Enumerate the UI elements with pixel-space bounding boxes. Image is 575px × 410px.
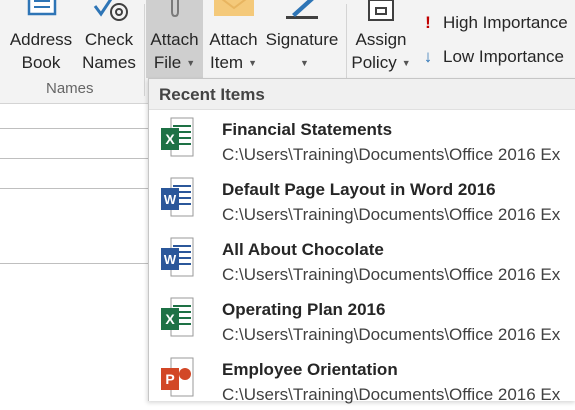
address-book-button[interactable]: Address Book [6, 0, 76, 78]
excel-icon: X [161, 117, 194, 157]
field-line [0, 188, 150, 189]
item-path: C:\Users\Training\Documents\Office 2016 … [222, 145, 561, 164]
low-importance-label: Low Importance [443, 47, 564, 66]
signature-dropdown: ▼ [262, 51, 342, 75]
attach-file-label-2: File ▼ [153, 53, 196, 72]
attach-item-button[interactable]: Attach Item ▼ [206, 0, 261, 78]
svg-text:X: X [165, 131, 175, 147]
field-line [0, 158, 150, 159]
assign-policy-label-1: Assign [355, 30, 407, 49]
item-path: C:\Users\Training\Documents\Office 2016 … [222, 325, 561, 344]
chevron-down-icon: ▼ [401, 58, 411, 68]
address-book-label-1: Address [9, 30, 73, 49]
item-title: Default Page Layout in Word 2016 [222, 180, 496, 199]
assign-policy-icon [368, 0, 394, 21]
chevron-down-icon: ▼ [248, 58, 257, 68]
svg-text:W: W [164, 192, 177, 207]
signature-icon [286, 0, 318, 19]
attach-item-label-1: Attach [209, 30, 258, 49]
group-separator [144, 4, 145, 96]
signature-button[interactable]: Signature ▼ [262, 0, 342, 78]
names-group-label: Names [46, 80, 94, 97]
check-names-button[interactable]: Check Names [78, 0, 140, 78]
check-names-label-1: Check [84, 30, 134, 49]
arrow-down-icon: ↓ [423, 47, 433, 66]
signature-label: Signature [265, 30, 339, 49]
address-book-icon [27, 0, 57, 16]
item-title: Employee Orientation [222, 360, 398, 379]
field-line [0, 263, 150, 264]
item-title: Financial Statements [222, 120, 393, 139]
high-importance-label: High Importance [443, 13, 568, 32]
paperclip-icon [170, 0, 179, 18]
item-path: C:\Users\Training\Documents\Office 2016 … [222, 205, 561, 224]
recent-item[interactable]: W Default Page Layout in Word 2016 C:\Us… [149, 170, 575, 230]
recent-items-label: Recent Items [159, 85, 265, 104]
exclamation-icon: ! [425, 13, 431, 32]
svg-text:P: P [165, 371, 174, 387]
svg-text:W: W [164, 252, 177, 267]
powerpoint-icon: P [161, 357, 194, 397]
attach-file-button[interactable]: Attach File ▼ [146, 0, 203, 78]
assign-policy-label-2: Policy ▼ [351, 53, 411, 72]
attach-file-dropdown: Recent Items X Financial Statements C:\U… [148, 78, 575, 404]
check-names-label-2: Names [82, 53, 136, 72]
low-importance-button[interactable]: ↓ Low Importance [420, 47, 564, 67]
message-header-pane [0, 104, 150, 400]
word-icon: W [161, 237, 194, 277]
recent-items-header: Recent Items [149, 79, 575, 110]
recent-item[interactable]: P Employee Orientation C:\Users\Training… [149, 350, 575, 410]
item-path: C:\Users\Training\Documents\Office 2016 … [222, 385, 561, 404]
address-book-label-2: Book [21, 53, 61, 72]
assign-policy-button[interactable]: Assign Policy ▼ [350, 0, 412, 78]
field-line [0, 128, 150, 129]
recent-item[interactable]: X Operating Plan 2016 C:\Users\Training\… [149, 290, 575, 350]
attach-file-label-1: Attach [150, 30, 199, 49]
attach-item-label-2: Item ▼ [210, 53, 257, 72]
check-names-icon [93, 0, 128, 21]
high-importance-button[interactable]: ! High Importance [420, 13, 568, 33]
excel-icon: X [161, 297, 194, 337]
chevron-down-icon: ▼ [186, 58, 196, 68]
item-title: Operating Plan 2016 [222, 300, 386, 319]
chevron-down-icon: ▼ [300, 58, 309, 68]
attach-item-icon [213, 0, 254, 16]
svg-text:X: X [165, 311, 175, 327]
recent-item[interactable]: X Financial Statements C:\Users\Training… [149, 110, 575, 170]
recent-item[interactable]: W All About Chocolate C:\Users\Training\… [149, 230, 575, 290]
item-title: All About Chocolate [222, 240, 384, 259]
item-path: C:\Users\Training\Documents\Office 2016 … [222, 265, 561, 284]
word-icon: W [161, 177, 194, 217]
